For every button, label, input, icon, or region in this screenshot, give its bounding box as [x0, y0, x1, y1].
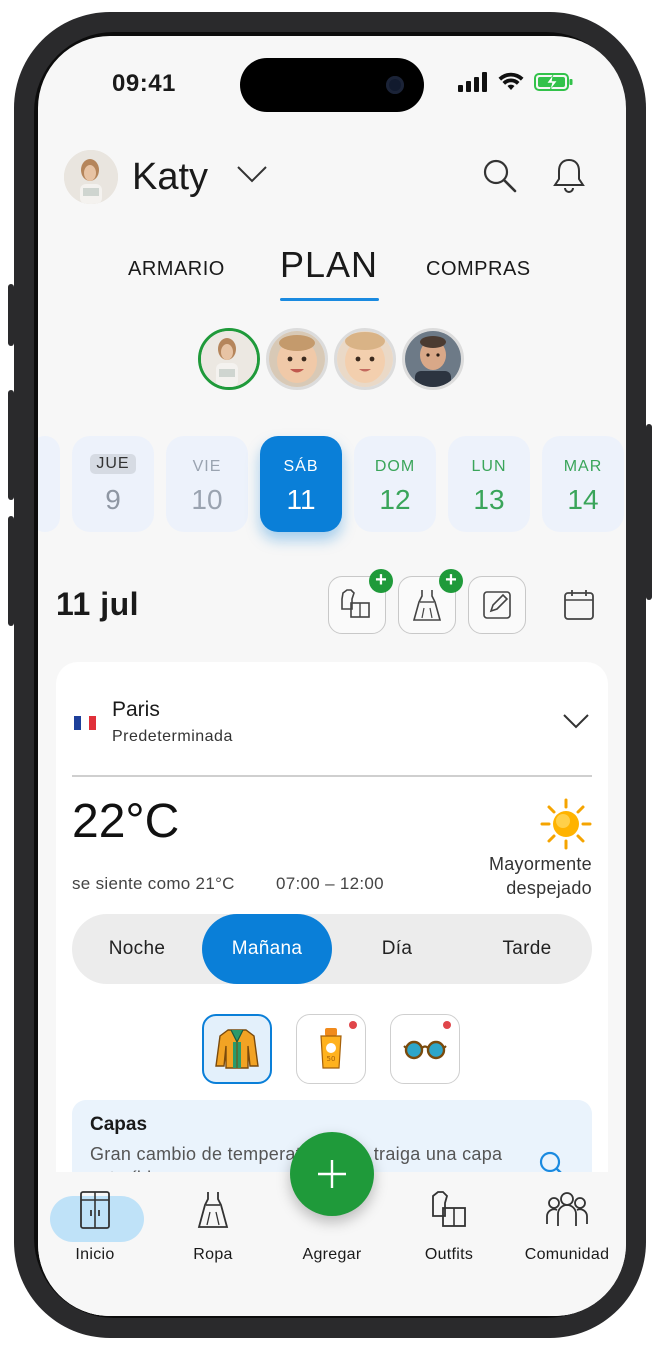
- family-selector: [198, 328, 468, 392]
- tab-active-indicator: [280, 298, 379, 301]
- family-avatar-baby-1[interactable]: [266, 328, 328, 390]
- plus-badge-icon: +: [439, 569, 463, 593]
- day-number: 9: [105, 484, 121, 515]
- day-number: 12: [379, 484, 411, 515]
- day-strip: JUE 9 VIE 10 SÁB 11 DOM 12 LUN 13 MAR 14: [38, 436, 626, 536]
- notification-dot: [443, 1021, 451, 1029]
- wifi-icon: [498, 72, 524, 90]
- outfits-icon: [341, 589, 370, 618]
- volume-down-button: [8, 516, 14, 626]
- tab-compras[interactable]: COMPRAS: [426, 258, 531, 281]
- time-range: 07:00 – 12:00: [276, 874, 384, 893]
- volume-up-button: [8, 390, 14, 500]
- user-avatar[interactable]: [64, 150, 118, 204]
- bell-icon[interactable]: [552, 156, 586, 194]
- main-tabs: ARMARIO PLAN COMPRAS: [38, 244, 626, 314]
- day-card-mar[interactable]: MAR 14: [542, 436, 624, 532]
- plus-icon: [318, 1160, 346, 1188]
- tip-layers-button[interactable]: [202, 1014, 272, 1084]
- dynamic-island: [240, 58, 424, 112]
- nav-label: Outfits: [424, 1246, 474, 1263]
- day-name: LUN: [471, 458, 507, 475]
- sun-icon: [540, 798, 592, 850]
- day-name: JUE: [90, 454, 136, 474]
- nav-label: Agregar: [302, 1246, 362, 1263]
- day-card-vie[interactable]: VIE 10: [166, 436, 248, 532]
- city-subtitle: Predeterminada: [112, 728, 233, 745]
- day-name: SÁB: [283, 458, 319, 475]
- segment-manana[interactable]: Mañana: [202, 914, 332, 984]
- edit-icon: [483, 591, 511, 619]
- day-name: VIE: [192, 458, 222, 475]
- chevron-down-icon[interactable]: [236, 164, 268, 184]
- selected-date-title: 11 jul: [56, 586, 140, 622]
- day-number: 10: [191, 484, 223, 515]
- nav-label: Ropa: [193, 1246, 233, 1263]
- add-outfit-button[interactable]: +: [328, 569, 393, 634]
- day-card-sab[interactable]: SÁB 11: [260, 436, 342, 532]
- search-icon[interactable]: [482, 158, 518, 194]
- community-icon: [512, 1190, 622, 1230]
- temperature: 22°C: [72, 795, 180, 848]
- edit-note-button[interactable]: [468, 576, 526, 634]
- day-number: 13: [473, 484, 505, 515]
- calendar-icon[interactable]: [562, 588, 596, 622]
- dress-icon: [412, 590, 442, 621]
- day-card-lun[interactable]: LUN 13: [448, 436, 530, 532]
- family-avatar-baby-2[interactable]: [334, 328, 396, 390]
- dress-icon: [158, 1190, 268, 1230]
- nav-label: Inicio: [75, 1246, 115, 1263]
- tip-sunscreen-button[interactable]: 50: [296, 1014, 366, 1084]
- plus-badge-icon: +: [369, 569, 393, 593]
- family-avatar-man[interactable]: [402, 328, 464, 390]
- chevron-down-icon[interactable]: [562, 712, 590, 730]
- condition-line-1: Mayormente: [488, 854, 592, 874]
- segment-tarde[interactable]: Tarde: [462, 914, 592, 984]
- day-name: DOM: [374, 458, 416, 475]
- svg-text:50: 50: [327, 1055, 336, 1063]
- day-card-previous[interactable]: [38, 436, 60, 532]
- status-time: 09:41: [112, 70, 176, 97]
- condition-line-2: despejado: [506, 878, 592, 898]
- day-name: MAR: [563, 458, 603, 475]
- app-header: Katy: [64, 148, 600, 208]
- sunscreen-icon: 50: [320, 1028, 342, 1069]
- tip-icons: 50: [56, 1014, 608, 1086]
- city-name[interactable]: Paris: [112, 698, 160, 722]
- add-fab-button[interactable]: [290, 1132, 374, 1216]
- tab-plan[interactable]: PLAN: [280, 244, 378, 286]
- segment-noche[interactable]: Noche: [72, 914, 202, 984]
- weather-condition: Mayormente despejado: [489, 852, 592, 900]
- nav-label: Comunidad: [524, 1246, 610, 1263]
- tip-sunglasses-button[interactable]: [390, 1014, 460, 1084]
- wardrobe-icon: [40, 1190, 150, 1230]
- screen: 09:41 Katy ARMARIO PLAN COMPRAS JUE 9 VI…: [38, 36, 626, 1316]
- jacket-icon: [215, 1029, 259, 1069]
- battery-icon: [534, 73, 573, 91]
- divider: [72, 775, 592, 777]
- family-avatar-katy[interactable]: [198, 328, 260, 390]
- day-number: 11: [286, 484, 316, 515]
- day-number: 14: [567, 484, 599, 515]
- notification-dot: [349, 1021, 357, 1029]
- segment-dia[interactable]: Día: [332, 914, 462, 984]
- sunglasses-icon: [403, 1040, 447, 1060]
- day-card-jue[interactable]: JUE 9: [72, 436, 154, 532]
- france-flag-icon: [74, 716, 96, 730]
- daypart-selector: Noche Mañana Día Tarde: [72, 914, 592, 984]
- user-name[interactable]: Katy: [132, 156, 208, 199]
- advice-title: Capas: [90, 1114, 148, 1135]
- status-icons: [458, 72, 574, 92]
- feels-like: se siente como 21°C: [72, 874, 235, 893]
- day-card-dom[interactable]: DOM 12: [354, 436, 436, 532]
- signal-icon: [458, 72, 487, 92]
- tab-armario[interactable]: ARMARIO: [128, 258, 225, 281]
- outfits-icon: [394, 1190, 504, 1230]
- action-button: [8, 284, 14, 346]
- add-clothing-button[interactable]: +: [398, 569, 463, 634]
- power-button: [646, 424, 652, 600]
- camera-icon: [386, 76, 404, 94]
